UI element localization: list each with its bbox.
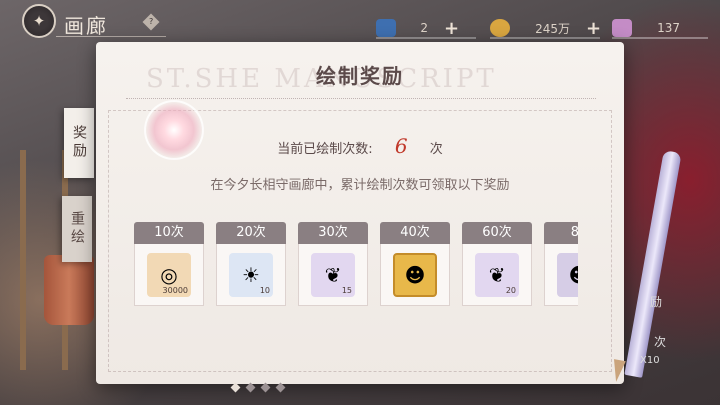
character-portrait-icon: ☻	[393, 252, 437, 297]
character-portrait-icon: ☻	[557, 252, 578, 297]
add-coin-button[interactable]: +	[586, 18, 601, 39]
reward-card[interactable]: 60次 ❦ 20	[462, 222, 532, 306]
gallery-logo-icon: ✦	[32, 12, 46, 30]
tab-label: 奖励	[71, 125, 87, 161]
page-indicator	[230, 382, 286, 393]
reward-qty: 10	[259, 285, 270, 295]
page-dot[interactable]	[260, 382, 271, 393]
resource-value: 245万	[535, 21, 570, 36]
sun-plate-icon: ☀ 10	[229, 252, 273, 297]
side-label: 励	[650, 295, 663, 309]
divider	[126, 98, 596, 99]
reward-threshold: 30次	[298, 222, 368, 244]
reward-threshold: 10次	[134, 222, 204, 244]
brush-pot-decoration	[44, 255, 94, 325]
reward-threshold: 80	[544, 222, 578, 244]
reward-qty: 20	[505, 285, 516, 295]
draw-count-value: 6	[394, 134, 408, 158]
reward-card[interactable]: 10次 ◎ 30000	[134, 222, 204, 306]
help-icon[interactable]: ?	[142, 13, 160, 31]
tab-label: 重绘	[69, 211, 85, 247]
resource-brush: 2 +	[376, 17, 459, 39]
reward-threshold: 40次	[380, 222, 450, 244]
reward-threshold: 60次	[462, 222, 532, 244]
panel-title: 绘制奖励	[316, 64, 404, 88]
tab-rewards[interactable]: 奖励	[64, 108, 94, 178]
resource-value: 2	[420, 21, 428, 35]
draw-count-label: 当前已绘制次数:	[277, 142, 373, 157]
reward-card[interactable]: 80 ☻	[544, 222, 578, 306]
reward-card[interactable]: 30次 ❦ 15	[298, 222, 368, 306]
resource-underline	[376, 37, 476, 39]
resource-coin: 245万 +	[490, 17, 601, 39]
side-label: 次	[654, 335, 667, 349]
page-title: 画廊	[64, 14, 108, 38]
currency-icon	[612, 19, 632, 37]
page-dot[interactable]	[245, 382, 256, 393]
reward-qty: 15	[341, 285, 352, 295]
resource-underline	[490, 37, 600, 39]
resource-currency: 137	[612, 17, 680, 39]
brush-set-icon	[376, 19, 396, 37]
gold-coin-icon	[490, 19, 510, 37]
add-brush-button[interactable]: +	[444, 18, 459, 39]
back-button[interactable]: ✦	[22, 4, 56, 38]
page-dot[interactable]	[275, 382, 286, 393]
butterfly-icon: ❦ 15	[311, 252, 355, 297]
reward-list: 10次 ◎ 30000 20次 ☀ 10 30次 ❦ 15 40次 ☻ 60次 …	[134, 222, 578, 306]
tab-redraw[interactable]: 重绘	[62, 196, 92, 262]
reward-card[interactable]: 40次 ☻	[380, 222, 450, 306]
title-underline	[56, 36, 166, 37]
reward-card[interactable]: 20次 ☀ 10	[216, 222, 286, 306]
top-bar: ✦ 画廊 ? 2 + 245万 + 137	[0, 0, 720, 42]
resource-underline	[612, 37, 708, 39]
resource-value: 137	[657, 21, 680, 35]
page-dot[interactable]	[230, 382, 241, 393]
draw-count-row: 当前已绘制次数: 6 次	[96, 134, 624, 158]
reward-qty: 30000	[162, 285, 188, 295]
reward-threshold: 20次	[216, 222, 286, 244]
butterfly-icon: ❦ 20	[475, 252, 519, 297]
draw-count-unit: 次	[429, 142, 443, 157]
reward-panel: ST.SHE MANUSCRIPT 绘制奖励 当前已绘制次数: 6 次 在今夕长…	[96, 42, 624, 384]
reward-description: 在今夕长相守画廊中，累计绘制次数可领取以下奖励	[210, 178, 510, 193]
gold-ring-icon: ◎ 30000	[147, 252, 191, 297]
side-label: X10	[640, 355, 660, 366]
